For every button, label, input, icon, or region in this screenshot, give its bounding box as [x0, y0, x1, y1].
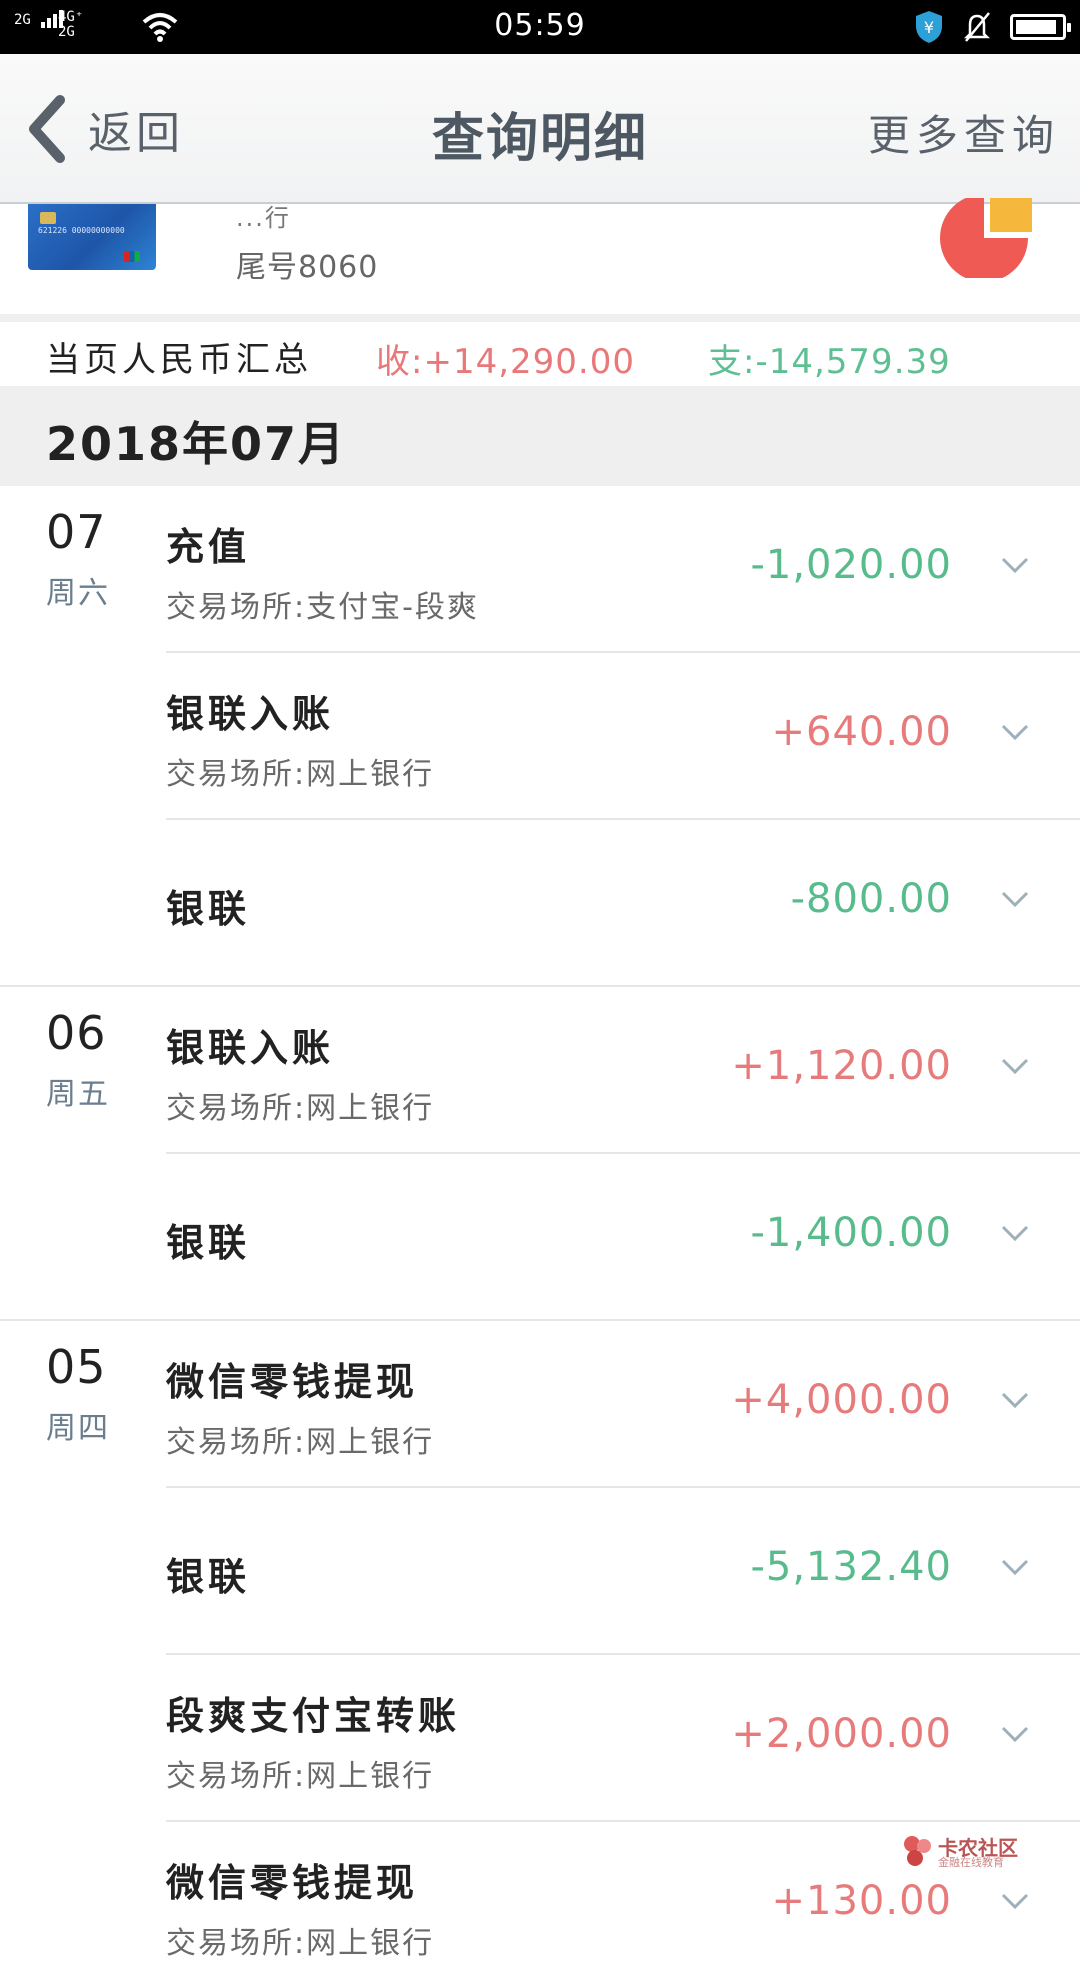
day-group: 05 周四 微信零钱提现 交易场所:网上银行 +4,000.00 银联 -5,132.40 段…	[0, 1321, 1080, 1987]
battery-icon	[1010, 14, 1071, 40]
card-tail-number: 尾号8060	[236, 250, 379, 285]
transaction-title: 段爽支付宝转账	[166, 1694, 461, 1738]
summary-expense: 支:-14,579.39	[708, 342, 951, 382]
transaction-amount: +640.00	[771, 709, 952, 755]
chevron-down-icon[interactable]	[998, 1383, 1032, 1417]
transaction-row[interactable]: 微信零钱提现交易场所:网上银行 +4,000.00	[166, 1321, 1080, 1488]
transaction-location: 交易场所:网上银行	[166, 1926, 435, 1961]
transaction-amount: -5,132.40	[750, 1544, 952, 1590]
transaction-title: 银联	[166, 887, 251, 931]
card-number-small: 621226 00000000000	[38, 226, 125, 235]
transaction-amount: +2,000.00	[731, 1711, 952, 1757]
summary-income: 收:+14,290.00	[376, 342, 635, 382]
transaction-title: 微信零钱提现	[166, 1861, 419, 1905]
transaction-row[interactable]: 银联 -5,132.40	[166, 1488, 1080, 1655]
date-column: 05 周四	[46, 1339, 146, 1447]
transaction-location: 交易场所:网上银行	[166, 1425, 435, 1460]
month-header: 2018年07月	[0, 386, 1080, 486]
transaction-title: 银联入账	[166, 692, 335, 736]
divider	[0, 314, 1080, 322]
transaction-amount: +1,120.00	[731, 1043, 952, 1089]
chevron-down-icon[interactable]	[998, 1717, 1032, 1751]
watermark-subtitle: 金融在线教育	[938, 1856, 1004, 1869]
status-bar: 2G 4G⁺ 2G 05:59 ¥	[0, 0, 1080, 54]
chevron-down-icon[interactable]	[998, 715, 1032, 749]
bank-name-partial: ...行	[236, 204, 291, 232]
weekday: 周六	[46, 576, 110, 611]
transaction-amount: -800.00	[790, 876, 952, 922]
transaction-title: 银联入账	[166, 1026, 335, 1070]
page-summary: 当页人民币汇总 收:+14,290.00 支:-14,579.39	[0, 322, 1080, 386]
chevron-down-icon[interactable]	[998, 1216, 1032, 1250]
transaction-row[interactable]: 银联入账交易场所:网上银行 +640.00	[166, 653, 1080, 820]
date-column: 06 周五	[46, 1005, 146, 1113]
chevron-down-icon[interactable]	[998, 882, 1032, 916]
bell-muted-icon	[963, 12, 991, 42]
chevron-down-icon[interactable]	[998, 1049, 1032, 1083]
transaction-amount: +130.00	[771, 1878, 952, 1924]
shield-yen-icon: ¥	[916, 11, 942, 43]
transaction-row[interactable]: 段爽支付宝转账交易场所:网上银行 +2,000.00	[166, 1655, 1080, 1822]
month-label: 2018年07月	[46, 417, 347, 471]
transaction-amount: +4,000.00	[731, 1377, 952, 1423]
card-header: 621226 00000000000 ...行 尾号8060	[0, 198, 1080, 314]
nav-bar: 返回 查询明细 更多查询	[0, 54, 1080, 204]
svg-text:¥: ¥	[924, 18, 934, 37]
day-group: 06 周五 银联入账交易场所:网上银行 +1,120.00 银联 -1,400.00	[0, 987, 1080, 1321]
day-number: 07	[46, 505, 107, 559]
pie-chart-icon[interactable]	[940, 198, 1036, 278]
transaction-location: 交易场所:网上银行	[166, 757, 435, 792]
watermark-logo-icon	[904, 1836, 931, 1866]
chevron-down-icon[interactable]	[998, 548, 1032, 582]
transaction-title: 银联	[166, 1555, 251, 1599]
transaction-location: 交易场所:网上银行	[166, 1091, 435, 1126]
transaction-title: 充值	[166, 525, 251, 569]
transaction-location: 交易场所:支付宝-段爽	[166, 590, 479, 625]
transaction-row[interactable]: 银联 -800.00	[166, 820, 1080, 985]
transaction-location: 交易场所:网上银行	[166, 1759, 435, 1794]
day-number: 06	[46, 1006, 107, 1060]
transaction-row[interactable]: 充值交易场所:支付宝-段爽 -1,020.00	[166, 486, 1080, 653]
bank-card-image: 621226 00000000000	[28, 204, 156, 270]
weekday: 周四	[46, 1411, 110, 1446]
day-group: 07 周六 充值交易场所:支付宝-段爽 -1,020.00 银联入账交易场所:网上银行 +…	[0, 486, 1080, 987]
transaction-amount: -1,020.00	[750, 542, 952, 588]
more-query-button[interactable]: 更多查询	[868, 102, 1060, 163]
transaction-list: 07 周六 充值 交易场所:支付宝-段爽 -1,020.00 银联入账 交易场所:网上银行 +…	[0, 486, 1080, 1987]
chevron-down-icon[interactable]	[998, 1884, 1032, 1918]
transaction-row[interactable]: 银联入账交易场所:网上银行 +1,120.00	[166, 987, 1080, 1154]
weekday: 周五	[46, 1077, 110, 1112]
transaction-title: 微信零钱提现	[166, 1360, 419, 1404]
transaction-amount: -1,400.00	[750, 1210, 952, 1256]
summary-label: 当页人民币汇总	[46, 340, 312, 380]
watermark: 卡农社区 金融在线教育	[902, 1832, 1022, 1872]
transaction-title: 银联	[166, 1221, 251, 1265]
chevron-down-icon[interactable]	[998, 1550, 1032, 1584]
day-number: 05	[46, 1340, 107, 1394]
transaction-row[interactable]: 银联 -1,400.00	[166, 1154, 1080, 1319]
date-column: 07 周六	[46, 504, 146, 612]
